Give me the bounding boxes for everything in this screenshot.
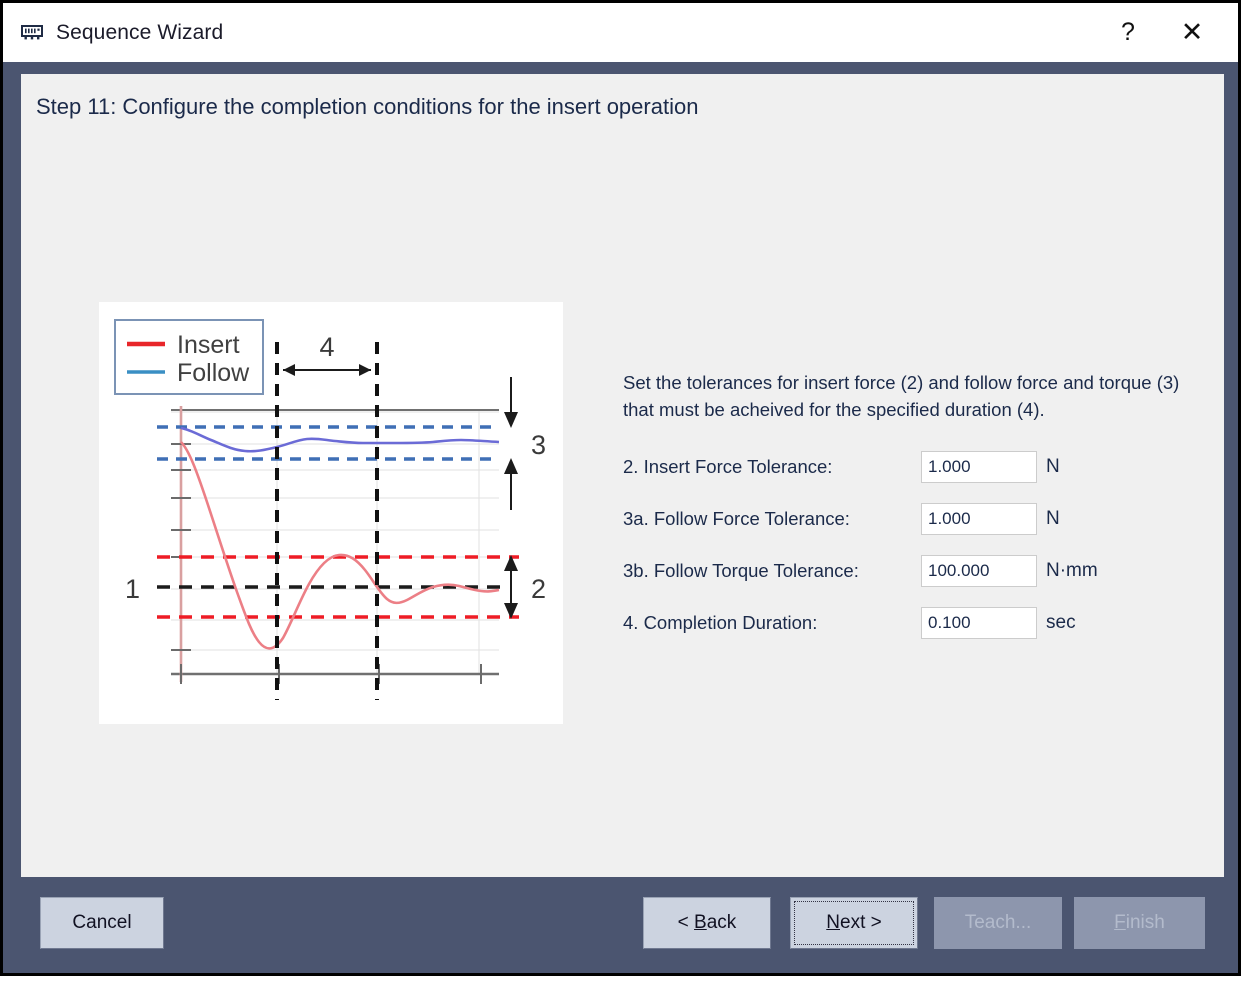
follow-force-tolerance-input[interactable]: [921, 502, 1037, 535]
title-bar-buttons: ? ✕: [1096, 3, 1238, 62]
back-button[interactable]: < Back: [643, 897, 771, 949]
page-title: Step 11: Configure the completion condit…: [36, 94, 699, 119]
svg-text:2: 2: [531, 574, 546, 604]
window-title: Sequence Wizard: [56, 20, 224, 44]
sequence-wizard-window: Sequence Wizard ? ✕ Step 11: Configure t…: [0, 0, 1241, 976]
follow-force-tolerance-unit: N: [1046, 507, 1060, 529]
insert-force-tolerance-unit: N: [1046, 455, 1060, 477]
svg-text:4: 4: [319, 332, 334, 362]
insert-force-tolerance-input[interactable]: [921, 450, 1037, 483]
next-button-label: Next >: [826, 912, 882, 933]
insert-force-tolerance-label: 2. Insert Force Tolerance:: [623, 455, 833, 477]
close-icon[interactable]: ✕: [1160, 3, 1238, 62]
follow-force-tolerance-label: 3a. Follow Force Tolerance:: [623, 507, 850, 529]
description-text: Set the tolerances for insert force (2) …: [623, 372, 1180, 421]
completion-duration-unit: sec: [1046, 611, 1076, 633]
content-panel: Step 11: Configure the completion condit…: [21, 74, 1224, 877]
svg-text:3: 3: [531, 430, 546, 460]
title-bar-left: Sequence Wizard: [3, 21, 223, 45]
teach-button: Teach...: [934, 897, 1062, 949]
finish-button-label: Finish: [1114, 912, 1165, 933]
cancel-button[interactable]: Cancel: [40, 897, 164, 949]
chart-legend: Insert Follow: [114, 319, 264, 395]
completion-duration-label: 4. Completion Duration:: [623, 611, 818, 633]
wizard-button-bar: Cancel < Back Next > Teach... Finish: [21, 885, 1224, 1005]
finish-button: Finish: [1074, 897, 1205, 949]
legend-label-insert: Insert: [177, 331, 240, 359]
field-row-insert-force-tolerance: 2. Insert Force Tolerance: N: [623, 450, 1203, 484]
insert-axis-annotation: 1: [125, 574, 140, 604]
chip-icon: [20, 23, 44, 43]
completion-duration-input[interactable]: [921, 606, 1037, 639]
follow-torque-tolerance-label: 3b. Follow Torque Tolerance:: [623, 559, 859, 581]
back-button-label: < Back: [677, 912, 737, 933]
help-icon[interactable]: ?: [1096, 3, 1160, 62]
field-row-follow-force-tolerance: 3a. Follow Force Tolerance: N: [623, 502, 1203, 536]
follow-torque-tolerance-unit: N·mm: [1046, 559, 1098, 581]
force-profile-diagram: 4 3 2 1 Insert Follow: [99, 302, 563, 724]
window-frame: Step 11: Configure the completion condit…: [3, 62, 1238, 973]
legend-label-follow: Follow: [177, 359, 250, 387]
field-row-completion-duration: 4. Completion Duration: sec: [623, 606, 1203, 640]
title-bar: Sequence Wizard ? ✕: [3, 3, 1238, 62]
settings-panel: Set the tolerances for insert force (2) …: [623, 369, 1203, 658]
teach-button-label: Teach...: [964, 912, 1032, 933]
field-row-follow-torque-tolerance: 3b. Follow Torque Tolerance: N·mm: [623, 554, 1203, 588]
follow-torque-tolerance-input[interactable]: [921, 554, 1037, 587]
cancel-button-label: Cancel: [72, 912, 132, 933]
next-button[interactable]: Next >: [790, 897, 918, 949]
